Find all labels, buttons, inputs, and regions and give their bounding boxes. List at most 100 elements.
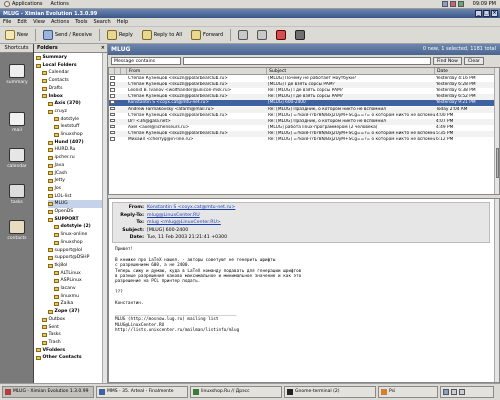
folder-item[interactable]: Contacts [42, 77, 102, 85]
shortcut-mail[interactable]: mail [0, 112, 34, 133]
folder-item[interactable]: tkj8ol [48, 262, 102, 270]
folder-item[interactable]: Other Contacts [36, 354, 102, 362]
task-psi[interactable]: Psi [378, 386, 438, 398]
folder-item[interactable]: lacanv [54, 285, 102, 293]
folder-item[interactable]: lextstuff [54, 123, 102, 131]
folder-item[interactable]: Hund (407) [48, 139, 102, 147]
menu-search[interactable]: Search [94, 19, 111, 25]
folder-item[interactable]: dotstyle (2) [54, 223, 102, 231]
menu-actions[interactable]: Actions [51, 19, 69, 25]
find-now-button[interactable]: Find Now [433, 56, 462, 65]
clock[interactable]: 09:09 PM [473, 1, 496, 7]
folder-item[interactable]: Jetty [48, 177, 102, 185]
move-button[interactable] [236, 29, 250, 41]
folder-item[interactable]: Calendar [42, 69, 102, 77]
shortcut-tasks[interactable]: tasks [0, 184, 34, 205]
folder-item[interactable]: ASPLinux [54, 277, 102, 285]
menu-view[interactable]: View [33, 19, 45, 25]
folder-item[interactable]: Drafts [42, 85, 102, 93]
folder-item[interactable]: linux-online [54, 231, 102, 239]
folder-item[interactable]: SUPPORT [48, 216, 102, 224]
folder-item[interactable]: linuxshop [54, 131, 102, 139]
send-receive-button[interactable]: Send / Receive [41, 29, 94, 41]
menu-file[interactable]: File [3, 19, 11, 25]
scrollbar-thumb[interactable] [496, 148, 499, 178]
shortcut-contacts[interactable]: contacts [0, 220, 34, 241]
reply-all-button[interactable]: Reply to All [140, 29, 184, 41]
folder-item[interactable]: Axis (370) [48, 100, 102, 108]
folder-item[interactable]: Tasks [42, 331, 102, 339]
folder-label: Other Contacts [42, 355, 82, 361]
reply-to-link[interactable]: mlug@LinuxCenter.RU [147, 213, 200, 218]
task-browser[interactable]: linuxshop.Ru // Дрэсс [190, 386, 282, 398]
message-list: From Subject Date Степан Кузнецов <skuzn… [108, 67, 500, 195]
folder-item[interactable]: VFolders [36, 347, 102, 355]
folder-item[interactable]: cruyz [48, 108, 102, 116]
menu-edit[interactable]: Edit [17, 19, 27, 25]
folder-item[interactable]: Outbox [42, 316, 102, 324]
shortcut-label: contacts [7, 236, 27, 241]
shortcuts-header[interactable]: Shortcuts [0, 44, 33, 53]
to-address-link[interactable]: mlug <mlug@LinuxCenter.RU> [147, 220, 221, 225]
folder-item[interactable]: dotstyle [54, 116, 102, 124]
menu-tools[interactable]: Tools [75, 19, 87, 25]
new-button[interactable]: New [3, 29, 30, 41]
applications-menu[interactable]: Applications [0, 1, 47, 7]
workspace-switcher[interactable] [440, 386, 494, 398]
folder-item[interactable]: Zope (37) [48, 308, 102, 316]
folders-scrollbar[interactable] [102, 53, 107, 383]
folder-item[interactable]: Inbox [42, 93, 102, 101]
folder-item[interactable]: support@lol [48, 247, 102, 255]
folder-item[interactable]: Zaika [54, 300, 102, 308]
tray-icon[interactable] [458, 1, 464, 7]
message-subject: Re: [MLUG] =?koi8-r?b?8N/BxJ2UyM+SCg==?=… [268, 137, 435, 142]
menu-help[interactable]: Help [117, 19, 128, 25]
folder-item[interactable]: Summary [36, 54, 102, 62]
minimize-icon[interactable]: _ [475, 10, 482, 17]
tray-icon[interactable] [442, 1, 448, 7]
folder-item[interactable]: support@DSHP [48, 254, 102, 262]
task-xmms[interactable]: MMS - 35. Arteal - Finalmente [96, 386, 188, 398]
folder-item[interactable]: OpenDS [48, 208, 102, 216]
actions-menu[interactable]: Actions [47, 1, 73, 7]
folder-item[interactable]: MLUG [48, 200, 102, 208]
forward-icon [191, 30, 202, 40]
window-titlebar[interactable]: MLUG - Ximian Evolution 1.3.0.99 _ □ × [0, 9, 500, 18]
date-column-header[interactable]: Date [435, 68, 495, 74]
clear-button[interactable]: Clear [463, 56, 484, 65]
close-icon[interactable]: × [491, 10, 498, 17]
task-terminal[interactable]: Gnome-terminal (2) [284, 386, 376, 398]
delete-button[interactable] [274, 29, 288, 41]
copy-button[interactable] [255, 29, 269, 41]
search-input[interactable] [183, 56, 431, 65]
close-folders-icon[interactable]: × [101, 44, 105, 53]
folder-item[interactable]: Sent [42, 324, 102, 332]
folder-item[interactable]: Local Folders [36, 62, 102, 70]
reply-button[interactable]: Reply [105, 29, 135, 41]
shortcut-summary[interactable]: summary [0, 64, 34, 85]
folder-icon [48, 148, 53, 153]
shortcut-calendar[interactable]: calendar [0, 148, 34, 169]
task-evolution[interactable]: MLUG - Ximian Evolution 1.3.0.99 [2, 386, 94, 398]
folder-item[interactable]: LOL-list [48, 193, 102, 201]
folder-item[interactable]: JCash [48, 170, 102, 178]
folder-item[interactable]: linuxmu [54, 293, 102, 301]
junk-button[interactable] [293, 29, 307, 41]
message-row[interactable]: Михаил <cherryg@in-line.ru> Re: [MLUG] =?… [109, 137, 495, 143]
subject-column-header[interactable]: Subject [267, 68, 435, 74]
folder-item[interactable]: ipcher.ru [48, 154, 102, 162]
from-address-link[interactable]: Konstantin S <coyx.cat@mtu-net.ru> [147, 205, 235, 210]
message-list-scrollbar[interactable] [494, 68, 499, 194]
from-column-header[interactable]: From [127, 68, 267, 74]
forward-button[interactable]: Forward [189, 29, 225, 41]
tray-icon[interactable] [450, 1, 456, 7]
folder-item[interactable]: Jos [48, 185, 102, 193]
folder-item[interactable]: HURD.Ru [48, 146, 102, 154]
folder-item[interactable]: Trash [42, 339, 102, 347]
search-scope-select[interactable]: Message contains [111, 56, 181, 65]
folder-item[interactable]: Java [48, 162, 102, 170]
folder-item[interactable]: linuxshop [54, 239, 102, 247]
maximize-icon[interactable]: □ [483, 10, 490, 17]
folder-item[interactable]: ALTLinux [54, 270, 102, 278]
preview-scrollbar[interactable] [494, 199, 499, 382]
